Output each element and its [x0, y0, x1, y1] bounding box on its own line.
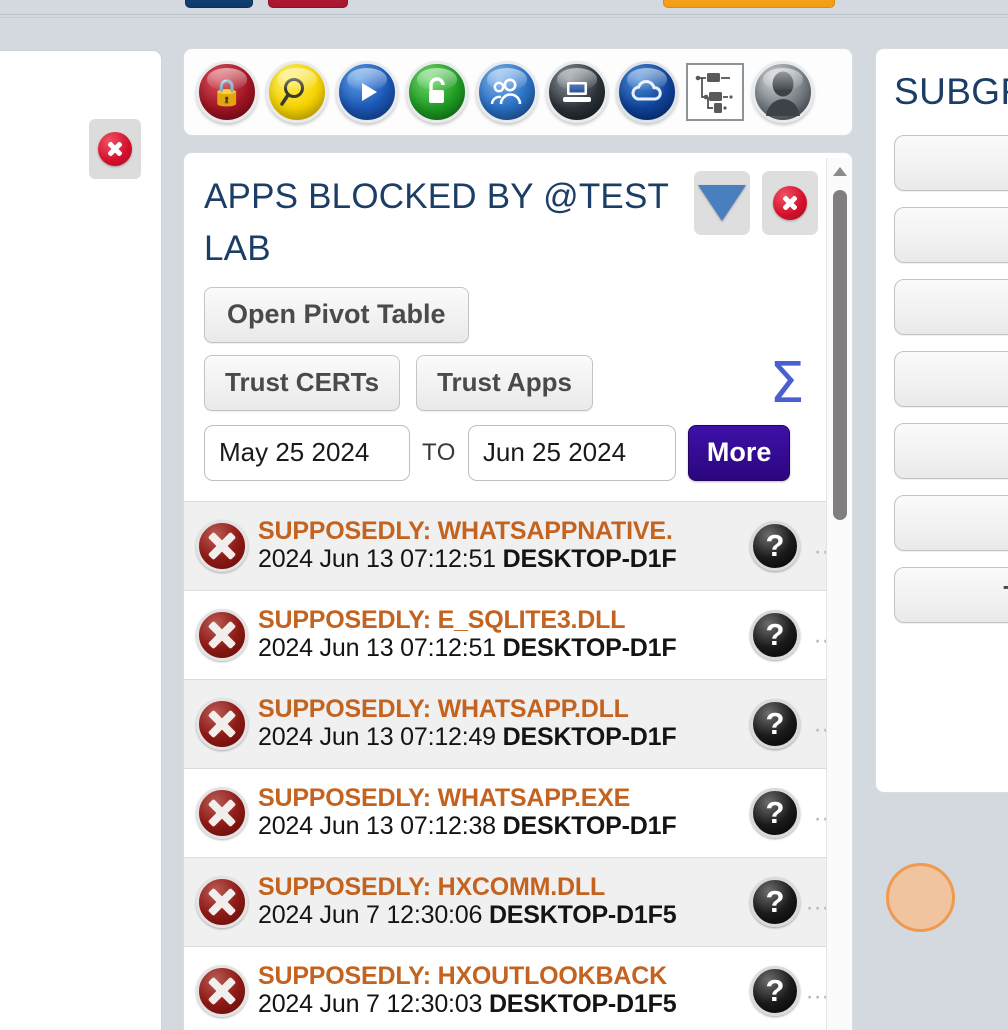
subgroup-button[interactable]	[894, 423, 1008, 479]
blocked-apps-list: SUPPOSEDLY: WHATSAPPNATIVE. 2024 Jun 13 0…	[184, 501, 852, 1030]
question-mark-icon[interactable]: ?	[750, 788, 800, 838]
table-row[interactable]: SUPPOSEDLY: HXCOMM.DLL 2024 Jun 7 12:30:0…	[184, 858, 852, 947]
blocked-x-icon	[196, 698, 248, 750]
trust-apps-button[interactable]: Trust Apps	[416, 354, 593, 411]
laptop-glyph	[563, 82, 591, 102]
table-row[interactable]: SUPPOSEDLY: WHATSAPPNATIVE. 2024 Jun 13 0…	[184, 502, 852, 591]
trust-certs-button[interactable]: Trust CERTs	[204, 354, 401, 411]
unlock-glyph	[429, 77, 445, 103]
user-avatar-icon[interactable]	[752, 61, 814, 123]
panel-close-button[interactable]	[762, 171, 818, 235]
play-icon[interactable]	[336, 61, 398, 123]
subgroup-button[interactable]: S	[894, 207, 1008, 263]
open-pivot-table-button[interactable]: Open Pivot Table	[204, 286, 469, 343]
row-hostname: DESKTOP-D1F	[502, 634, 677, 663]
subgroup-title: SUBGR	[894, 71, 1008, 112]
magnifier-glyph	[280, 78, 304, 106]
panel-scrollbar[interactable]	[826, 158, 852, 1030]
row-hostname: DESKTOP-D1F5	[488, 901, 677, 930]
row-timestamp: 2024 Jun 7 12:30:06	[258, 901, 483, 930]
left-panel	[0, 50, 162, 1030]
blocked-x-icon	[196, 965, 248, 1017]
page-title: APPS BLOCKED BY @TEST LAB	[204, 177, 669, 268]
question-mark-icon[interactable]: ?	[750, 521, 800, 571]
row-hostname: DESKTOP-D1F5	[488, 990, 677, 1019]
cutoff-red-button[interactable]	[268, 0, 348, 8]
apps-blocked-panel: APPS BLOCKED BY @TEST LAB Open Pivot Tab…	[183, 152, 853, 1030]
scroll-up-arrow-icon[interactable]	[833, 167, 847, 176]
table-row[interactable]: SUPPOSEDLY: WHATSAPP.EXE 2024 Jun 13 07:1…	[184, 769, 852, 858]
panel-header-buttons	[694, 171, 818, 235]
date-range-row: May 25 2024 TO Jun 25 2024 More	[204, 424, 832, 481]
row-hostname: DESKTOP-D1F	[502, 545, 677, 574]
close-x-icon	[98, 132, 132, 166]
trust-buttons-row: Trust CERTs Trust Apps Σ	[204, 354, 832, 411]
left-panel-close-button[interactable]	[89, 119, 141, 179]
table-row[interactable]: SUPPOSEDLY: HXOUTLOOKBACK 2024 Jun 7 12:3…	[184, 947, 852, 1030]
subgroup-panel: SUBGR ISA Ma Dir Trust	[875, 48, 1008, 793]
subgroup-button[interactable]: Trust	[894, 567, 1008, 623]
filter-button[interactable]	[694, 171, 750, 235]
date-to-input[interactable]: Jun 25 2024	[467, 424, 676, 481]
cutoff-navy-button[interactable]	[185, 0, 253, 8]
row-timestamp: 2024 Jun 13 07:12:38	[258, 812, 496, 841]
play-triangle-glyph	[362, 83, 377, 101]
hierarchy-tree-icon[interactable]	[686, 63, 744, 121]
search-magnifier-icon[interactable]	[266, 61, 328, 123]
sigma-sum-icon[interactable]: Σ	[760, 355, 814, 411]
cutoff-amber-button[interactable]	[663, 0, 835, 8]
blocked-x-icon	[196, 787, 248, 839]
unlock-green-icon[interactable]	[406, 61, 468, 123]
top-cutoff-strip	[0, 0, 1008, 30]
close-x-icon	[773, 186, 807, 220]
row-timestamp: 2024 Jun 13 07:12:51	[258, 634, 496, 663]
cloud-glyph	[631, 80, 662, 101]
icon-toolbar: 🔒	[183, 48, 853, 136]
users-glyph	[490, 78, 522, 105]
date-from-input[interactable]: May 25 2024	[204, 424, 410, 481]
subgroup-button[interactable]: Ma	[894, 351, 1008, 407]
blocked-x-icon	[196, 520, 248, 572]
date-to-label: TO	[422, 438, 456, 466]
row-hostname: DESKTOP-D1F	[502, 812, 677, 841]
row-hostname: DESKTOP-D1F	[502, 723, 677, 752]
row-timestamp: 2024 Jun 7 12:30:03	[258, 990, 483, 1019]
question-mark-icon[interactable]: ?	[750, 699, 800, 749]
cloud-icon[interactable]	[616, 61, 678, 123]
more-button[interactable]: More	[687, 424, 791, 481]
lock-glyph: 🔒	[210, 76, 244, 107]
laptop-icon[interactable]	[546, 61, 608, 123]
orange-status-dot[interactable]	[886, 863, 955, 932]
blocked-x-icon	[196, 609, 248, 661]
users-group-icon[interactable]	[476, 61, 538, 123]
table-row[interactable]: SUPPOSEDLY: WHATSAPP.DLL 2024 Jun 13 07:1…	[184, 680, 852, 769]
app-root: 🔒 APPS BLOCKED BY @TEST LAB Open Pivot T…	[0, 0, 1008, 1030]
divider-line-2	[0, 17, 1008, 18]
blocked-x-icon	[196, 876, 248, 928]
tree-glyph	[695, 73, 733, 113]
funnel-filter-icon	[698, 185, 746, 221]
panel-header: APPS BLOCKED BY @TEST LAB Open Pivot Tab…	[184, 153, 852, 501]
question-mark-icon[interactable]: ?	[750, 610, 800, 660]
subgroup-button[interactable]: A	[894, 279, 1008, 335]
row-timestamp: 2024 Jun 13 07:12:51	[258, 545, 496, 574]
question-mark-icon[interactable]: ?	[750, 966, 800, 1016]
lock-red-icon[interactable]: 🔒	[196, 61, 258, 123]
scrollbar-thumb[interactable]	[833, 190, 847, 520]
subgroup-button[interactable]: I	[894, 135, 1008, 191]
question-mark-icon[interactable]: ?	[750, 877, 800, 927]
subgroup-button[interactable]: Dir	[894, 495, 1008, 551]
row-timestamp: 2024 Jun 13 07:12:49	[258, 723, 496, 752]
divider-line-1	[0, 14, 1008, 15]
avatar-glyph	[766, 71, 800, 116]
subgroup-buttons: ISA Ma Dir Trust	[894, 135, 1008, 623]
table-row[interactable]: SUPPOSEDLY: E_SQLITE3.DLL 2024 Jun 13 07:…	[184, 591, 852, 680]
